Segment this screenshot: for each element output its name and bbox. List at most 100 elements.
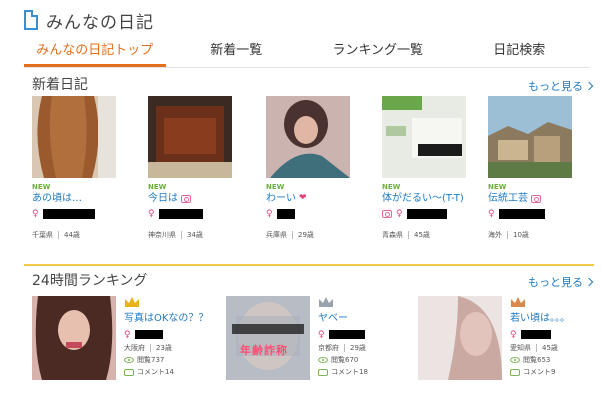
- eye-icon: [124, 357, 134, 363]
- age: 45歳: [414, 231, 430, 239]
- user-line: ♀: [488, 208, 588, 220]
- view-count: 閲覧670: [318, 355, 416, 365]
- new-diary-card: NEW 伝統工芸 ♀ 海外 10歳: [488, 96, 588, 246]
- tab-ranking-list[interactable]: ランキング一覧: [307, 38, 449, 67]
- diary-title-text: あの頃は…: [32, 193, 82, 204]
- comment-count: コメント18: [318, 367, 416, 377]
- views-text: 閲覧653: [523, 356, 551, 364]
- ranking-info: ヤベー ♀ 京都府 29歳 閲覧670 コメント18: [318, 296, 416, 377]
- eye-icon: [510, 357, 520, 363]
- ranking-thumbnail[interactable]: [32, 296, 116, 380]
- new-badge: NEW: [488, 183, 507, 191]
- view-count: 閲覧653: [510, 355, 602, 365]
- prefecture: 愛知県: [510, 344, 531, 352]
- gold-crown-icon: [125, 297, 139, 307]
- eye-icon: [318, 357, 328, 363]
- user-meta: 大阪府 23歳: [124, 343, 222, 353]
- age: 29歳: [350, 344, 366, 352]
- new-diary-card: NEW 今日は ♀ 神奈川県 34歳: [148, 96, 248, 246]
- section-divider: [24, 264, 594, 266]
- ranking-title: 24時間ランキング: [32, 273, 148, 289]
- diary-thumbnail[interactable]: [488, 96, 572, 178]
- user-meta: 京都府 29歳: [318, 343, 416, 353]
- diary-thumbnail[interactable]: [266, 96, 350, 178]
- ranking-title-link[interactable]: 若い頃は。。。: [510, 312, 602, 325]
- diary-thumbnail[interactable]: [32, 96, 116, 178]
- ranking-card: 若い頃は。。。 ♀ 愛知県 45歳 閲覧653 コメント9: [418, 296, 602, 384]
- user-line: ♀: [382, 208, 482, 220]
- redaction-bar: [232, 324, 304, 334]
- diary-thumbnail[interactable]: [382, 96, 466, 178]
- redacted-username: [277, 209, 295, 219]
- user-line: ♀: [510, 329, 602, 340]
- image-overlay-text: 年齢詐称: [240, 344, 288, 357]
- page-title: みんなの日記: [46, 12, 154, 33]
- ranking-thumbnail[interactable]: [418, 296, 502, 380]
- diary-title-link[interactable]: わーい ❤: [266, 192, 366, 205]
- ranking-title-link[interactable]: 写真はOKなの？？: [124, 312, 222, 325]
- diary-title-link[interactable]: 伝統工芸: [488, 192, 588, 205]
- redacted-username: [521, 330, 551, 339]
- female-icon: ♀: [488, 209, 495, 219]
- female-icon: ♀: [266, 209, 273, 219]
- prefecture: 海外: [488, 231, 502, 239]
- ranking-info: 若い頃は。。。 ♀ 愛知県 45歳 閲覧653 コメント9: [510, 296, 602, 377]
- chevron-right-icon: [584, 81, 594, 91]
- ranking-grid: 写真はOKなの？？ ♀ 大阪府 23歳 閲覧737 コメント14 年齢詐称 ヤベー…: [32, 296, 592, 384]
- new-diary-title: 新着日記: [32, 77, 88, 93]
- ranking-header: 24時間ランキング もっと見る: [32, 268, 594, 290]
- female-icon: ♀: [32, 209, 39, 219]
- ranking-more-link[interactable]: もっと見る: [528, 274, 594, 290]
- ranking-thumbnail[interactable]: [226, 296, 310, 380]
- diary-thumbnail[interactable]: [148, 96, 232, 178]
- tab-diary-search[interactable]: 日記検索: [449, 38, 591, 67]
- new-diary-card: NEW 体がだるい〜(T-T) ♀ 青森県 45歳: [382, 96, 482, 246]
- comment-icon: [318, 368, 328, 376]
- camera-icon: [181, 194, 191, 203]
- diary-title-link[interactable]: 体がだるい〜(T-T): [382, 192, 482, 205]
- comments-text: コメント14: [137, 368, 174, 376]
- new-badge: NEW: [266, 183, 285, 191]
- new-badge: NEW: [382, 183, 401, 191]
- user-meta: 千葉県 44歳: [32, 230, 132, 240]
- user-meta: 海外 10歳: [488, 230, 588, 240]
- user-meta: 青森県 45歳: [382, 230, 482, 240]
- camera-icon: [382, 210, 392, 218]
- app-header: みんなの日記: [24, 6, 154, 34]
- age: 10歳: [513, 231, 529, 239]
- tab-top[interactable]: みんなの日記トップ: [24, 38, 166, 67]
- female-icon: ♀: [124, 329, 131, 340]
- comment-icon: [510, 368, 520, 376]
- redacted-username: [407, 209, 447, 219]
- age: 34歳: [187, 231, 203, 239]
- more-link-label: もっと見る: [528, 276, 583, 289]
- age: 44歳: [64, 231, 80, 239]
- user-meta: 神奈川県 34歳: [148, 230, 248, 240]
- user-line: ♀: [124, 329, 222, 340]
- redacted-username: [499, 209, 545, 219]
- female-icon: ♀: [318, 329, 325, 340]
- views-text: 閲覧737: [137, 356, 165, 364]
- new-diary-header: 新着日記 もっと見る: [32, 72, 594, 94]
- user-line: ♀: [148, 208, 248, 220]
- user-meta: 兵庫県 29歳: [266, 230, 366, 240]
- tab-new-list[interactable]: 新着一覧: [166, 38, 308, 67]
- female-icon: ♀: [396, 209, 403, 219]
- prefecture: 青森県: [382, 231, 403, 239]
- age: 29歳: [298, 231, 314, 239]
- new-diary-more-link[interactable]: もっと見る: [528, 78, 594, 94]
- user-line: ♀: [318, 329, 416, 340]
- silver-crown-icon: [319, 297, 333, 307]
- prefecture: 神奈川県: [148, 231, 176, 239]
- ranking-title-link[interactable]: ヤベー: [318, 312, 416, 325]
- redacted-username: [135, 330, 163, 339]
- diary-title-text: わーい: [266, 193, 296, 204]
- diary-title-link[interactable]: あの頃は…: [32, 192, 132, 205]
- redacted-username: [329, 330, 365, 339]
- diary-title-link[interactable]: 今日は: [148, 192, 248, 205]
- comment-count: コメント9: [510, 367, 602, 377]
- ranking-card: 年齢詐称 ヤベー ♀ 京都府 29歳 閲覧670 コメント18: [226, 296, 416, 384]
- redacted-username: [159, 209, 203, 219]
- new-badge: NEW: [32, 183, 51, 191]
- new-diary-card: NEW あの頃は… ♀ 千葉県 44歳: [32, 96, 132, 246]
